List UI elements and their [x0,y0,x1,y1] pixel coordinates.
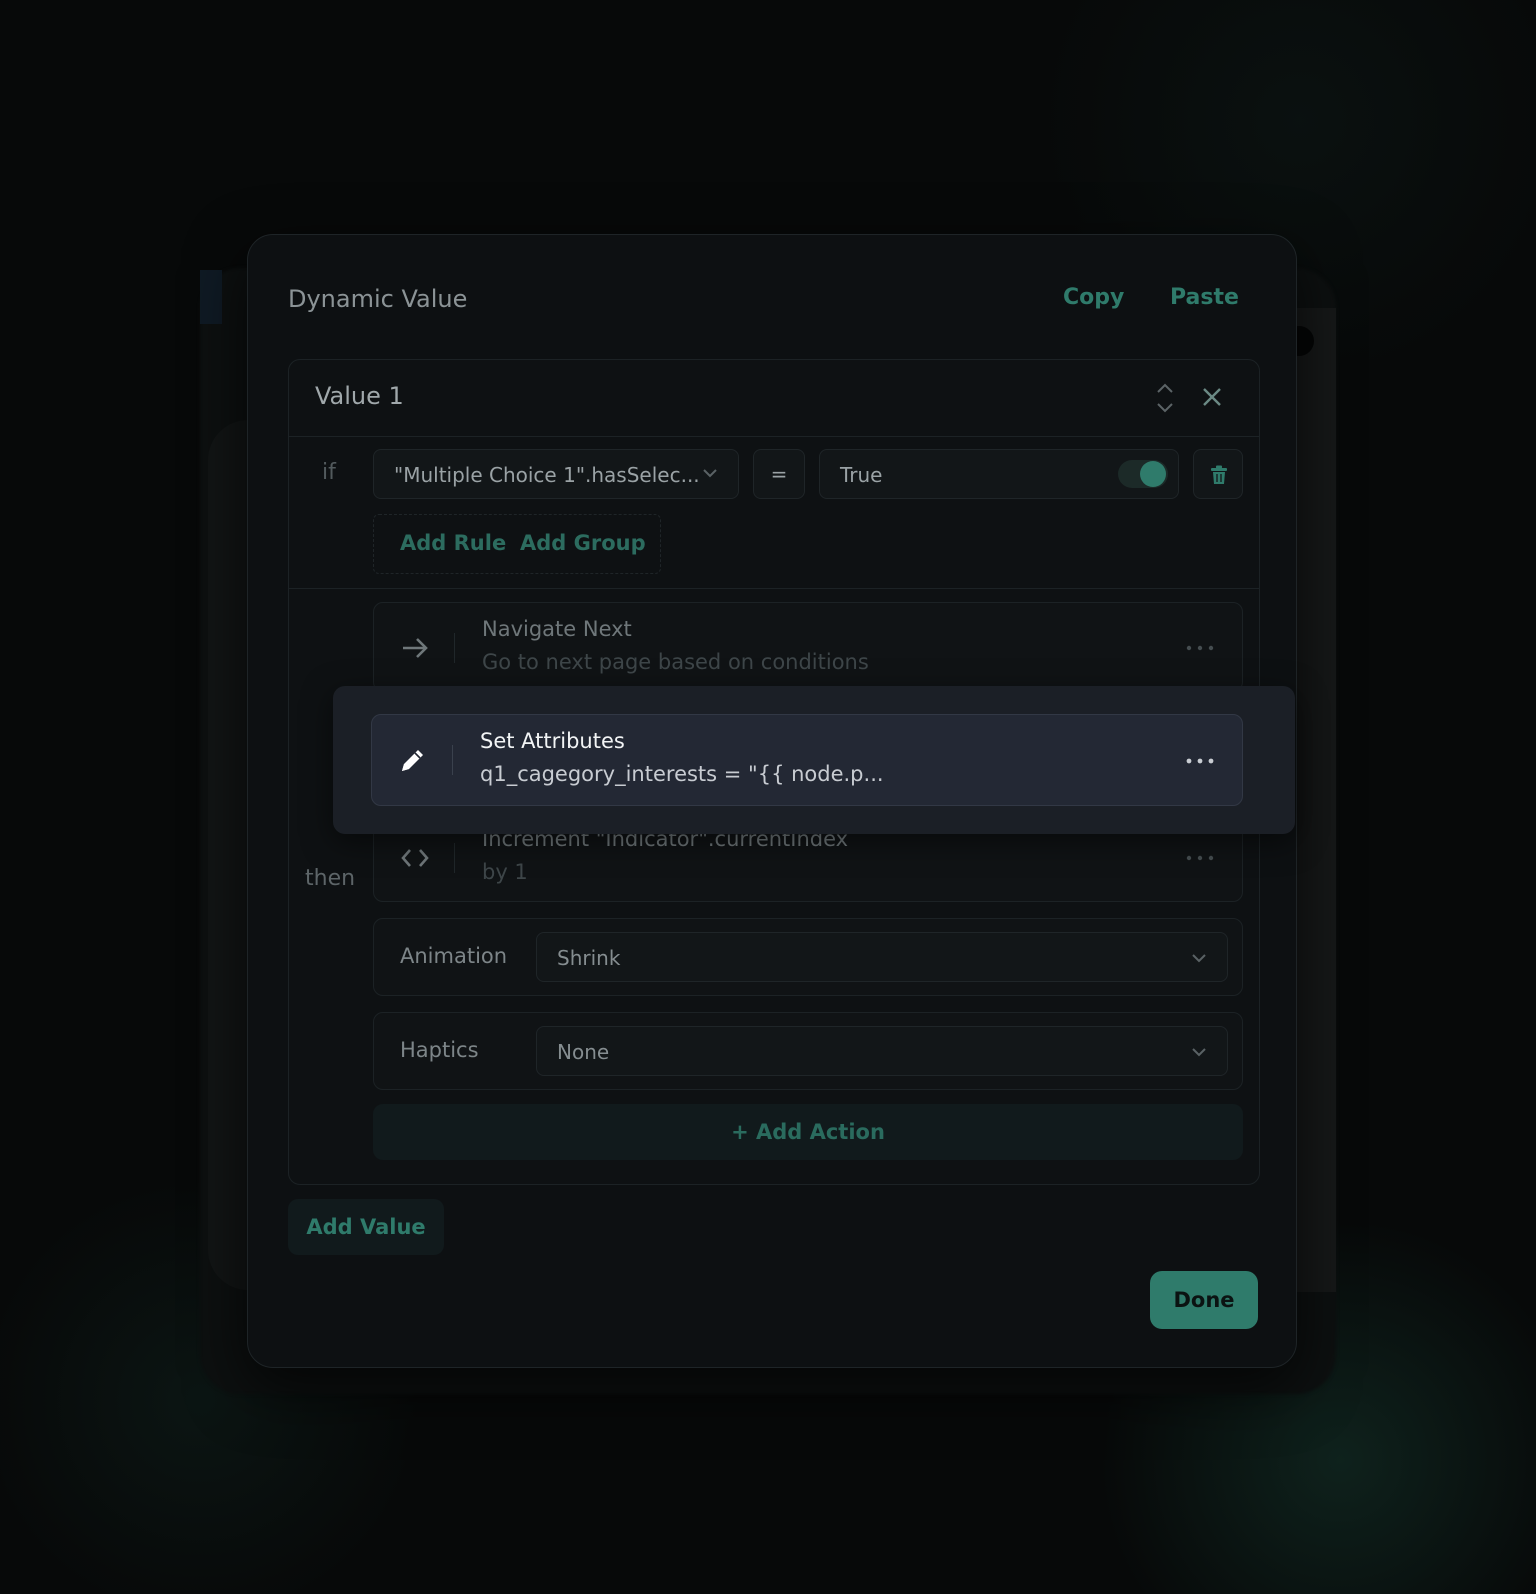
condition-value-toggle[interactable] [1118,460,1168,488]
animation-label: Animation [400,944,508,968]
action-subtitle: Go to next page based on conditions [482,650,869,674]
animation-selected-value: Shrink [557,946,621,970]
chevron-down-icon [1192,954,1206,963]
condition-field-select[interactable]: "Multiple Choice 1".hasSelec... [373,449,739,499]
add-rule-button[interactable]: Add Rule [400,531,506,555]
action-subtitle: q1_cagegory_interests = "{{ node.p... [480,762,884,786]
action-subtitle: by 1 [482,860,528,884]
condition-value-field[interactable]: True [819,449,1179,499]
divider [289,588,1259,589]
then-label: then [305,866,356,891]
if-label: if [322,460,336,485]
chevron-down-icon [1192,1048,1206,1057]
animation-select[interactable]: Shrink [536,932,1228,982]
background-right-panel [1296,308,1336,1292]
action-card-navigate-next[interactable]: Navigate Next Go to next page based on c… [373,602,1243,692]
close-icon[interactable] [1201,386,1223,408]
icon-separator [454,633,455,663]
operator-field[interactable]: = [753,449,805,499]
haptics-row: Haptics None [373,1012,1243,1090]
icon-separator [452,745,453,775]
more-options-icon[interactable] [1186,855,1214,861]
value-title: Value 1 [315,382,404,410]
animation-row: Animation Shrink [373,918,1243,996]
haptics-label: Haptics [400,1038,479,1062]
more-options-icon[interactable] [1186,758,1214,764]
reorder-chevrons-icon[interactable] [1155,382,1175,414]
haptics-selected-value: None [557,1040,610,1064]
haptics-select[interactable]: None [536,1026,1228,1076]
chevron-down-icon [703,469,717,478]
pencil-icon [402,750,423,771]
condition-value-text: True [840,463,883,487]
value-header: Value 1 [289,360,1259,437]
rule-group-actions: Add Rule Add Group [373,514,661,574]
more-options-icon[interactable] [1186,645,1214,651]
modal-title: Dynamic Value [288,285,468,313]
condition-field-value: "Multiple Choice 1".hasSelec... [394,463,700,487]
add-value-button[interactable]: Add Value [288,1199,444,1255]
trash-icon [1211,465,1227,484]
done-button[interactable]: Done [1150,1271,1258,1329]
action-title: Set Attributes [480,729,625,753]
toggle-knob [1140,461,1166,487]
background-tab-marker [200,270,222,324]
arrow-right-icon [403,638,428,658]
add-action-button[interactable]: + Add Action [373,1104,1243,1160]
paste-button[interactable]: Paste [1170,285,1239,310]
action-card-set-attributes[interactable]: Set Attributes q1_cagegory_interests = "… [371,714,1243,806]
code-brackets-icon [401,849,429,867]
delete-rule-button[interactable] [1193,449,1243,499]
icon-separator [454,843,455,873]
screen: Dynamic Value Copy Paste Value 1 if "Mul… [0,0,1536,1594]
add-group-button[interactable]: Add Group [520,531,646,555]
action-title: Navigate Next [482,617,632,641]
copy-button[interactable]: Copy [1063,285,1124,310]
